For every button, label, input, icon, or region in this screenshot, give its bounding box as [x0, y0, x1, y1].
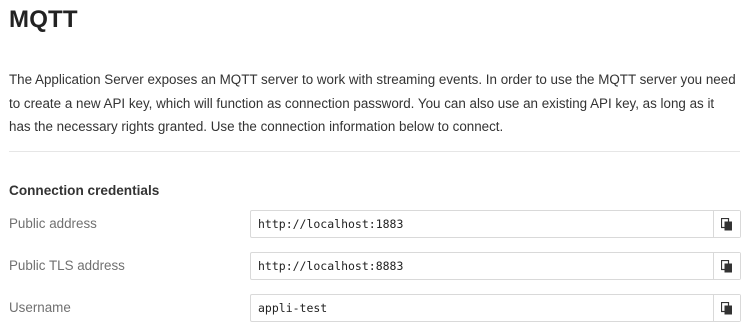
public-address-row: Public address http://localhost:1883	[9, 210, 741, 238]
copy-icon	[721, 259, 733, 273]
page-title: MQTT	[9, 6, 78, 33]
public-tls-address-field[interactable]: http://localhost:8883	[250, 252, 741, 280]
copy-icon	[721, 301, 733, 315]
public-address-copy-button[interactable]	[713, 211, 740, 237]
page-description: The Application Server exposes an MQTT s…	[9, 72, 736, 134]
section-divider	[9, 151, 740, 152]
username-label: Username	[9, 300, 71, 315]
public-tls-address-label: Public TLS address	[9, 258, 125, 273]
public-address-label: Public address	[9, 216, 97, 231]
username-copy-button[interactable]	[713, 295, 740, 321]
public-tls-address-value[interactable]: http://localhost:8883	[258, 258, 403, 274]
public-tls-address-row: Public TLS address http://localhost:8883	[9, 252, 741, 280]
username-value[interactable]: appli-test	[258, 300, 327, 316]
connection-credentials-heading: Connection credentials	[9, 183, 160, 198]
username-row: Username appli-test	[9, 294, 741, 322]
copy-icon	[721, 217, 733, 231]
public-address-field[interactable]: http://localhost:1883	[250, 210, 741, 238]
public-address-value[interactable]: http://localhost:1883	[258, 216, 403, 232]
public-tls-address-copy-button[interactable]	[713, 253, 740, 279]
username-field[interactable]: appli-test	[250, 294, 741, 322]
